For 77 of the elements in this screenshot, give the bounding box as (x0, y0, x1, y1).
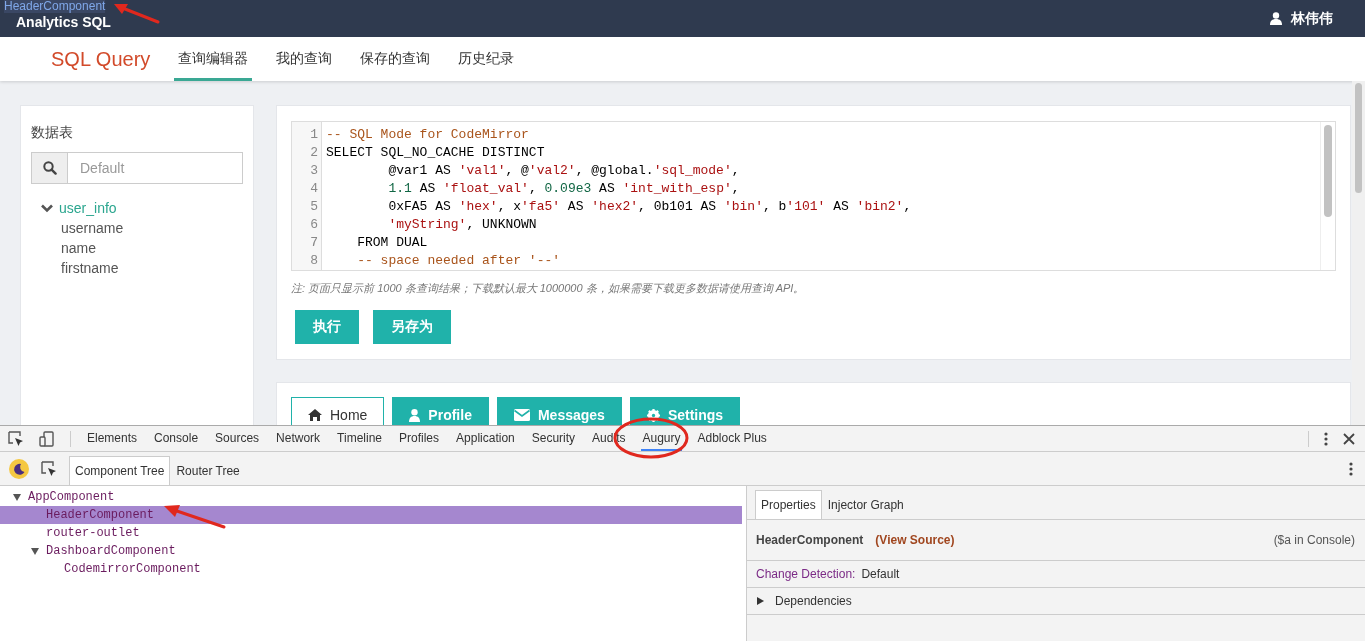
envelope-icon (513, 409, 530, 421)
more-options-icon[interactable] (1324, 431, 1328, 446)
tree-row[interactable]: AppComponent (0, 488, 742, 506)
column-name[interactable]: username (31, 218, 243, 238)
line-number: 6 (309, 216, 318, 234)
code-line: @var1 AS 'val1', @'val2', @global.'sql_mode', (387, 162, 741, 180)
devtools-tab[interactable]: Application (455, 426, 516, 451)
nav-tab[interactable]: 历史纪录 (454, 37, 519, 81)
triangle-right-icon[interactable] (756, 596, 765, 606)
panel-tab[interactable]: Home (291, 397, 385, 425)
detail-tab[interactable]: Injector Graph (821, 490, 910, 519)
devtools-tab[interactable]: Timeline (336, 426, 383, 451)
home-icon (308, 409, 322, 421)
arrow-annotation (112, 2, 160, 24)
code-line: 1.1 AS 'float_val', 0.09e3 AS 'int_with_esp', (387, 180, 741, 198)
tree-row[interactable]: HeaderComponent (0, 506, 742, 524)
component-highlight-label: HeaderComponent (4, 0, 106, 13)
devtools-tab[interactable]: Adblock Plus (696, 426, 768, 451)
code-line: -- space needed after '--' (356, 252, 562, 270)
code-line: FROM DUAL (356, 234, 429, 252)
moon-icon[interactable] (9, 458, 29, 479)
code-line: 0xFA5 AS 'hex', x'fa5' AS 'hex2', 0b101 AS 'bin', b'101' AS 'bin2', (387, 198, 913, 216)
devtools-tab[interactable]: Sources (214, 426, 261, 451)
nav-tab[interactable]: 查询编辑器 (174, 37, 253, 81)
triangle-down-icon[interactable] (12, 492, 22, 502)
line-number: 7 (309, 234, 318, 252)
more-options-icon[interactable] (1349, 461, 1353, 476)
devtools-tab[interactable]: Console (153, 426, 200, 451)
search-icon (42, 161, 57, 175)
close-icon[interactable] (1343, 432, 1355, 445)
line-number: 1 (309, 126, 318, 144)
nav-tab[interactable]: 保存的查询 (356, 37, 435, 81)
tree-tab[interactable]: Router Tree (170, 456, 246, 485)
triangle-down-icon[interactable] (30, 546, 40, 556)
tree-row[interactable]: CodemirrorComponent (0, 560, 742, 578)
tree-tab[interactable]: Component Tree (69, 456, 171, 485)
tree-row[interactable]: router-outlet (0, 524, 742, 542)
gear-icon (646, 408, 660, 422)
chevron-down-icon[interactable] (41, 203, 53, 213)
view-source-link[interactable]: (View Source) (875, 533, 955, 547)
line-number: 4 (309, 180, 318, 198)
select-element-icon[interactable] (41, 460, 57, 477)
devtools-tab[interactable]: Security (530, 426, 577, 451)
line-number: 3 (309, 162, 318, 180)
nav-tab[interactable]: 我的查询 (272, 37, 337, 81)
detail-tab[interactable]: Properties (755, 490, 822, 519)
dependencies-toggle[interactable]: Dependencies (775, 594, 852, 608)
column-name[interactable]: name (31, 238, 243, 258)
line-number: 2 (309, 144, 318, 162)
app-title[interactable]: SQL Query (51, 37, 151, 81)
tree-row[interactable]: DashboardComponent (0, 542, 742, 560)
note-text: 注: 页面只显示前 1000 条查询结果；下载默认最大 1000000 条，如果需要下载更多数据请使用查询 API。 (291, 281, 806, 296)
user-icon (1270, 12, 1282, 25)
change-detection-value: Default (861, 567, 900, 581)
sidebar-title: 数据表 (31, 124, 74, 142)
search-field[interactable]: Default (31, 152, 243, 184)
code-line: 'myString', UNKNOWN (387, 216, 538, 234)
column-name[interactable]: firstname (31, 258, 243, 278)
user-name[interactable]: 林伟伟 (1291, 9, 1333, 28)
code-editor[interactable] (291, 121, 1336, 271)
scrollbar-thumb[interactable] (1324, 125, 1332, 217)
brand-title: Analytics SQL (16, 15, 111, 29)
devtools-tab[interactable]: Network (275, 426, 322, 451)
change-detection-label: Change Detection: (756, 567, 856, 581)
inspect-icon[interactable] (8, 430, 24, 447)
code-line: SELECT SQL_NO_CACHE DISTINCT (326, 144, 546, 162)
line-number: 8 (309, 252, 318, 270)
devtools-tab[interactable]: Profiles (398, 426, 441, 451)
person-icon (409, 408, 421, 422)
component-name: HeaderComponent (756, 533, 864, 547)
device-icon[interactable] (39, 430, 55, 447)
console-hint: ($a in Console) (1273, 533, 1355, 547)
line-number: 5 (309, 198, 318, 216)
devtools-tab[interactable]: Elements (86, 426, 139, 451)
arrow-annotation (162, 504, 228, 530)
page-scrollbar-thumb[interactable] (1355, 83, 1362, 193)
code-line: -- SQL Mode for CodeMirror (326, 126, 530, 144)
